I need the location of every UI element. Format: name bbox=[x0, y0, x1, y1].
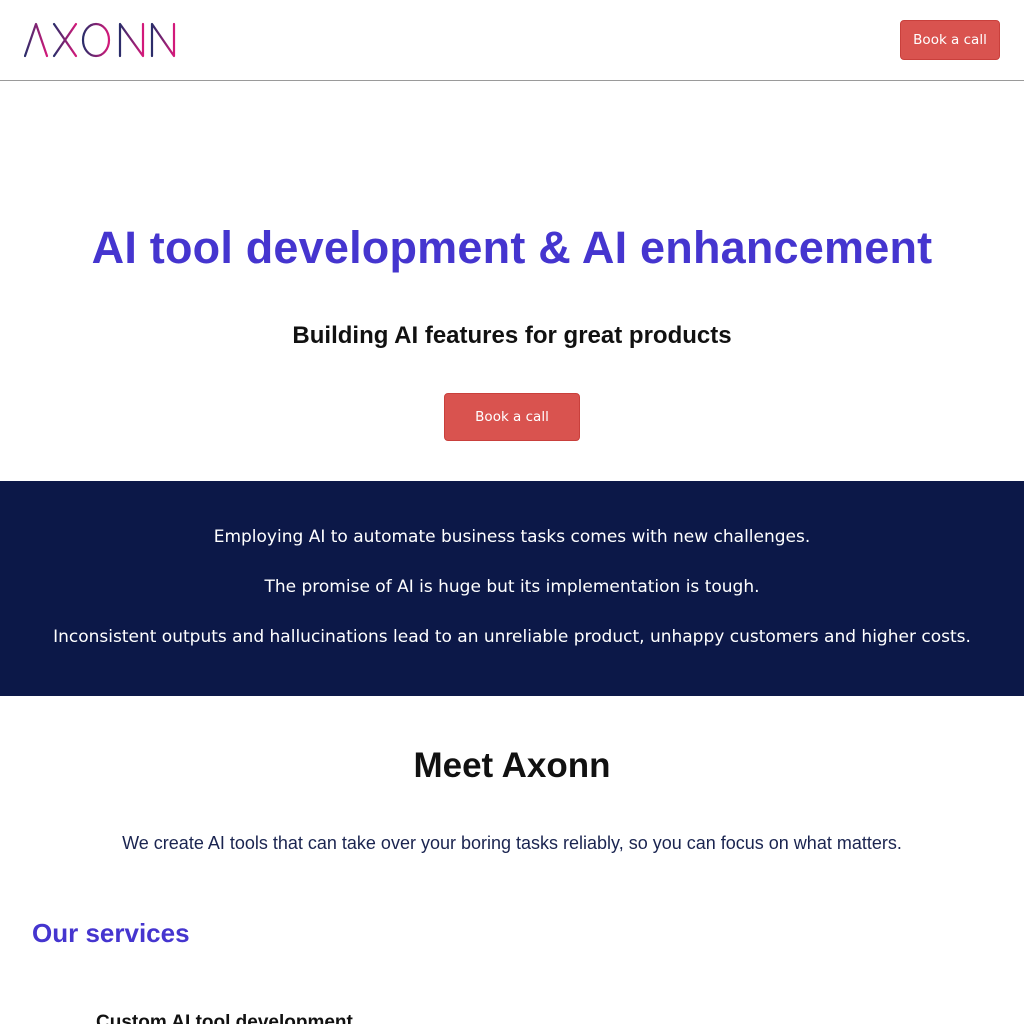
hero-book-call-button[interactable]: Book a call bbox=[444, 393, 580, 441]
axonn-logo-graphic bbox=[24, 22, 176, 58]
logo-text: AXONN bbox=[24, 58, 25, 59]
challenge-line: Employing AI to automate business tasks … bbox=[213, 527, 811, 547]
challenge-line: Inconsistent outputs and hallucinations … bbox=[53, 627, 971, 647]
challenges-section: Employing AI to automate business tasks … bbox=[0, 481, 1024, 696]
services-title: Our services bbox=[32, 918, 190, 948]
challenge-line: The promise of AI is huge but its implem… bbox=[264, 577, 760, 597]
axonn-logo[interactable]: AXONN bbox=[24, 22, 176, 58]
meet-title: Meet Axonn bbox=[413, 746, 611, 785]
site-header: AXONN Book a call bbox=[0, 0, 1024, 81]
hero-subtitle: Building AI features for great products bbox=[292, 322, 732, 349]
meet-description: We create AI tools that can take over yo… bbox=[122, 833, 902, 853]
header-book-call-button[interactable]: Book a call bbox=[900, 20, 1000, 60]
hero-title: AI tool development & AI enhancement bbox=[91, 222, 933, 273]
service-item: Custom AI tool development bbox=[96, 1012, 353, 1024]
